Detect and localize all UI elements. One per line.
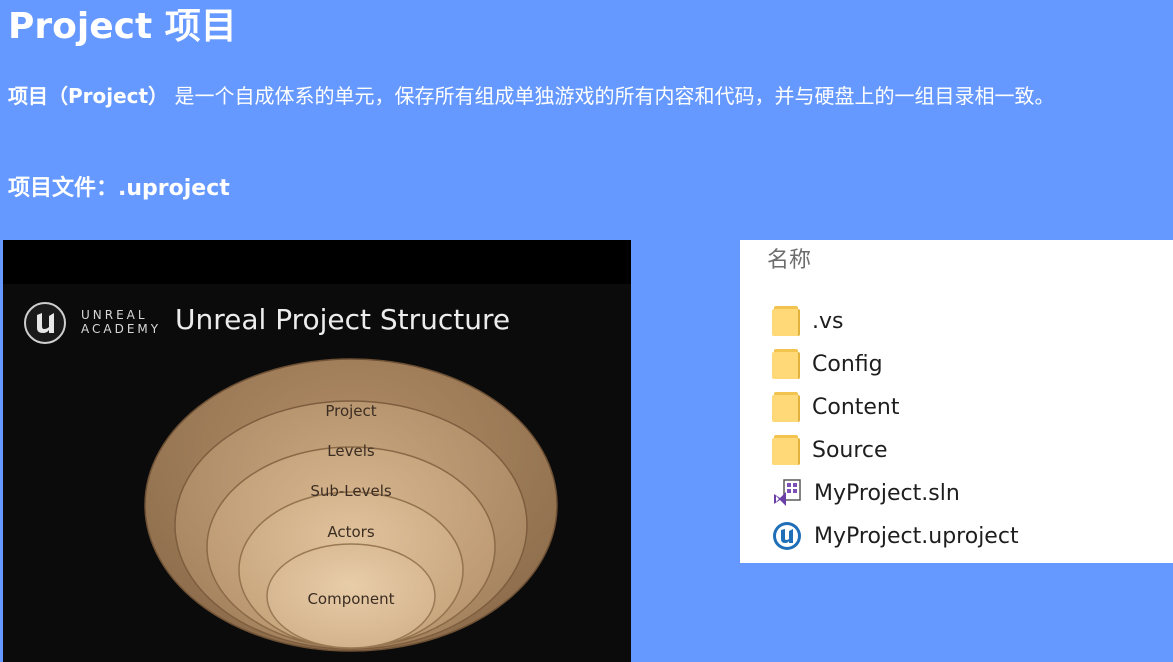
file-name: MyProject.sln bbox=[814, 480, 960, 506]
file-row-source[interactable]: Source bbox=[772, 432, 888, 468]
folder-icon bbox=[772, 435, 800, 465]
page-title: Project 项目 bbox=[8, 6, 237, 47]
file-row-vs[interactable]: .vs bbox=[772, 303, 843, 339]
file-name: .vs bbox=[812, 308, 844, 334]
file-name: Source bbox=[812, 437, 888, 463]
file-name: MyProject.uproject bbox=[814, 523, 1019, 549]
layer-label-actors: Actors bbox=[327, 523, 374, 541]
layer-label-sub-levels: Sub-Levels bbox=[310, 482, 392, 500]
file-row-config[interactable]: Config bbox=[772, 346, 883, 382]
file-explorer-list: 名称 .vs Config Content Source MyProject.s… bbox=[740, 240, 1173, 563]
file-name: Content bbox=[812, 394, 900, 420]
file-name: Config bbox=[812, 351, 883, 377]
description-term: 项目（Project） bbox=[8, 84, 169, 108]
layer-label-levels: Levels bbox=[327, 442, 375, 460]
layer-label-component: Component bbox=[307, 590, 394, 608]
file-row-content[interactable]: Content bbox=[772, 389, 900, 425]
visual-studio-solution-icon bbox=[774, 479, 801, 506]
file-row-solution[interactable]: MyProject.sln bbox=[772, 475, 960, 511]
unreal-project-icon bbox=[773, 522, 801, 550]
layer-label-project: Project bbox=[325, 402, 376, 420]
column-header-name[interactable]: 名称 bbox=[767, 244, 811, 278]
project-description: 项目（Project） 是一个自成体系的单元，保存所有组成单独游戏的所有内容和代… bbox=[8, 80, 1054, 112]
file-row-uproject[interactable]: MyProject.uproject bbox=[772, 518, 1019, 554]
project-structure-diagram: UNREAL ACADEMY Unreal Project Structure bbox=[3, 240, 631, 662]
folder-icon bbox=[772, 349, 800, 379]
folder-icon bbox=[772, 306, 800, 336]
description-text: 是一个自成体系的单元，保存所有组成单独游戏的所有内容和代码，并与硬盘上的一组目录… bbox=[168, 84, 1055, 108]
project-file-line: 项目文件：.uproject bbox=[8, 176, 230, 201]
folder-icon bbox=[772, 392, 800, 422]
nested-layers-graphic: Project Levels Sub-Levels Actors Compone… bbox=[144, 358, 558, 652]
